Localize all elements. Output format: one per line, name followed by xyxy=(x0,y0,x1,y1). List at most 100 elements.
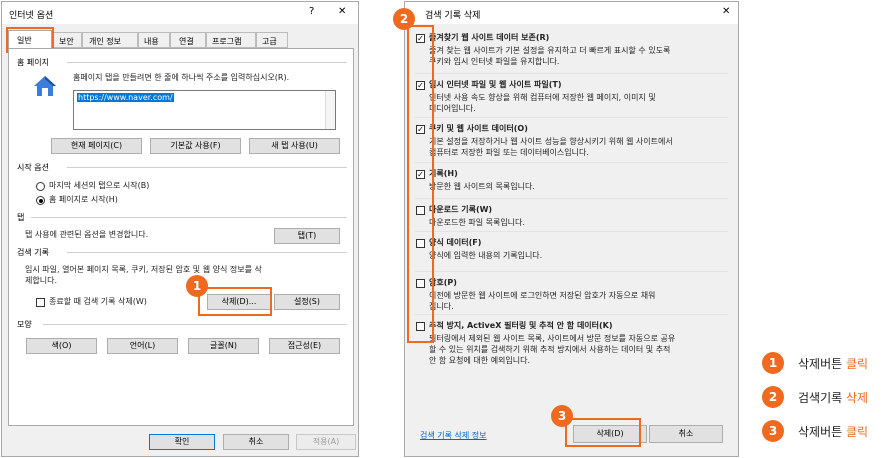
history-option-description: 쿠키와 임시 인터넷 파일을 유지합니다. xyxy=(429,57,560,66)
colors-button[interactable]: 색(O) xyxy=(26,338,97,354)
appearance-separator xyxy=(43,324,347,325)
ok-button[interactable]: 확인 xyxy=(149,434,215,450)
delete-on-exit-checkbox[interactable] xyxy=(36,298,45,307)
history-separator xyxy=(67,252,347,253)
tab-panel: 홈 페이지 홈페이지 탭을 만들려면 한 줄에 하나씩 주소를 입력하십시오(R… xyxy=(8,48,354,426)
history-option-label: 즐겨찾기 웹 사이트 데이터 보존(R) xyxy=(429,33,550,42)
use-new-tab-button[interactable]: 새 탭 사용(U) xyxy=(249,138,340,154)
history-option: 양식 데이터(F) 양식에 입력한 내용의 기록입니다. xyxy=(405,237,738,281)
history-settings-button[interactable]: 설정(S) xyxy=(274,294,340,310)
use-default-button[interactable]: 기본값 사용(F) xyxy=(150,138,241,154)
legend-text-main: 검색기록 xyxy=(798,391,846,405)
tab-bar: 일반 보안 개인 정보 내용 연결 프로그램 고급 xyxy=(8,30,354,48)
accessibility-button[interactable]: 접근성(E) xyxy=(269,338,340,354)
history-option-label: 추적 방지, ActiveX 필터링 및 추적 안 함 데이터(K) xyxy=(429,321,613,330)
legend: 1 삭제버튼 클릭 2 검색기록 삭제 3 삭제버튼 클릭 xyxy=(760,350,884,450)
home-section-label: 홈 페이지 xyxy=(17,58,49,67)
history-option: ✓ 즐겨찾기 웹 사이트 데이터 보존(R) 즐겨 찾는 웹 사이트가 기본 설정을… xyxy=(405,32,738,76)
delete-history-title-bar: 검색 기록 삭제 ✕ xyxy=(405,2,738,24)
tab-connections[interactable]: 연결 xyxy=(170,32,206,48)
tab-programs[interactable]: 프로그램 xyxy=(206,32,256,48)
history-option-description: 컴퓨터로 저장한 파일 또는 데이터베이스입니다. xyxy=(429,148,589,157)
apply-button[interactable]: 적용(A) xyxy=(296,434,356,450)
history-section-label: 검색 기록 xyxy=(17,248,49,257)
internet-options-window: 인터넷 옵션 ? ✕ 일반 보안 개인 정보 내용 연결 프로그램 고급 홈 페… xyxy=(1,1,359,457)
home-separator xyxy=(67,62,347,63)
history-description-2: 제합니다. xyxy=(25,276,57,285)
startup-separator xyxy=(67,167,347,168)
history-description-1: 임시 파일, 열어본 페이지 목록, 쿠키, 저장된 암호 및 웹 양식 정보를… xyxy=(25,265,262,274)
legend-text: 삭제버튼 클릭 xyxy=(798,355,868,372)
legend-text: 검색기록 삭제 xyxy=(798,389,868,406)
options-list: ✓ 즐겨찾기 웹 사이트 데이터 보존(R) 즐겨 찾는 웹 사이트가 기본 설정을… xyxy=(405,24,738,420)
languages-button[interactable]: 언어(L) xyxy=(107,338,178,354)
history-option-label: 다운로드 기록(W) xyxy=(429,205,493,214)
history-option-description: 다운로드한 파일 목록입니다. xyxy=(429,218,525,227)
tab-advanced[interactable]: 고급 xyxy=(256,32,288,48)
home-url-textarea[interactable]: https://www.naver.com/ xyxy=(73,90,336,130)
history-option-description: 방문한 웹 사이트의 목록입니다. xyxy=(429,182,535,191)
history-option-label: 양식 데이터(F) xyxy=(429,238,482,247)
history-option-description: 이전에 방문한 웹 사이트에 로그인하면 저장된 암호가 자동으로 채워 xyxy=(429,291,656,300)
option-separator xyxy=(415,231,728,232)
about-history-link[interactable]: 검색 기록 삭제 정보 xyxy=(420,430,487,441)
start-last-session-label: 마지막 세션의 탭으로 시작(B) xyxy=(49,181,150,190)
delete-history-window: 검색 기록 삭제 ✕ ✓ 즐겨찾기 웹 사이트 데이터 보존(R) 즐겨 찾는 웹 … xyxy=(404,1,739,457)
history-option-description: 안 함 요청에 대한 예외입니다. xyxy=(429,356,531,365)
step-1-badge: 1 xyxy=(186,275,208,297)
tabs-description: 탭 사용에 관련된 옵션을 변경합니다. xyxy=(25,230,149,239)
close-icon[interactable]: ✕ xyxy=(338,6,346,17)
delete-on-exit-label: 종료할 때 검색 기록 삭제(W) xyxy=(49,297,147,306)
start-home-label: 홈 페이지로 시작(H) xyxy=(49,195,118,204)
cancel-delete-button[interactable]: 취소 xyxy=(649,425,723,443)
tabs-section-label: 탭 xyxy=(17,213,25,222)
tab-security[interactable]: 보안 xyxy=(52,32,82,48)
option-separator xyxy=(415,198,728,199)
legend-text-accent: 클릭 xyxy=(845,357,869,371)
house-icon xyxy=(33,75,57,97)
history-option-label: 쿠키 및 웹 사이트 데이터(O) xyxy=(429,124,528,133)
scrollbar[interactable] xyxy=(325,91,335,129)
legend-badge: 2 xyxy=(762,386,784,408)
appearance-section-label: 모양 xyxy=(17,320,32,329)
history-option-description: 미디어입니다. xyxy=(429,104,476,113)
history-option: 추적 방지, ActiveX 필터링 및 추적 안 함 데이터(K) 필터링에서 … xyxy=(405,320,738,365)
title-bar: 인터넷 옵션 ? ✕ xyxy=(2,2,358,24)
start-last-session-radio[interactable] xyxy=(36,182,45,191)
legend-text-main: 삭제버튼 xyxy=(798,357,846,371)
close-icon[interactable]: ✕ xyxy=(722,6,730,17)
highlight-delete-button xyxy=(198,287,272,316)
tab-privacy[interactable]: 개인 정보 xyxy=(82,32,138,48)
highlight-confirm-delete xyxy=(565,418,641,447)
fonts-button[interactable]: 글꼴(N) xyxy=(188,338,259,354)
help-icon[interactable]: ? xyxy=(309,6,314,17)
start-home-radio[interactable] xyxy=(36,196,45,205)
legend-badge: 3 xyxy=(762,420,784,442)
history-option-label: 임시 인터넷 파일 및 웹 사이트 파일(T) xyxy=(429,80,562,89)
delete-history-title: 검색 기록 삭제 xyxy=(425,11,481,21)
home-description: 홈페이지 탭을 만들려면 한 줄에 하나씩 주소를 입력하십시오(R). xyxy=(73,73,290,82)
history-option: ✓ 쿠키 및 웹 사이트 데이터(O) 기본 설정을 저장하거나 웹 사이트 성능을… xyxy=(405,123,738,167)
step-3-badge: 3 xyxy=(551,405,573,427)
legend-text-accent: 클릭 xyxy=(845,425,869,439)
tabs-separator xyxy=(31,217,347,218)
use-current-button[interactable]: 현재 페이지(C) xyxy=(51,138,142,154)
step-2-badge: 2 xyxy=(393,8,415,30)
cancel-button[interactable]: 취소 xyxy=(223,434,289,450)
option-separator xyxy=(415,271,728,272)
legend-badge: 1 xyxy=(762,352,784,374)
legend-text: 삭제버튼 클릭 xyxy=(798,423,868,440)
home-url-text: https://www.naver.com/ xyxy=(77,93,174,102)
option-separator xyxy=(415,73,728,74)
tabs-button[interactable]: 탭(T) xyxy=(274,228,340,244)
tab-content[interactable]: 내용 xyxy=(138,32,170,48)
window-title: 인터넷 옵션 xyxy=(9,11,54,21)
option-separator xyxy=(415,314,728,315)
option-separator xyxy=(415,117,728,118)
highlight-checkbox-column xyxy=(407,25,434,343)
history-option-description: 양식에 입력한 내용의 기록입니다. xyxy=(429,251,543,260)
startup-section-label: 시작 옵션 xyxy=(17,163,49,172)
legend-text-accent: 삭제 xyxy=(845,391,869,405)
legend-text-main: 삭제버튼 xyxy=(798,425,846,439)
option-separator xyxy=(415,162,728,163)
